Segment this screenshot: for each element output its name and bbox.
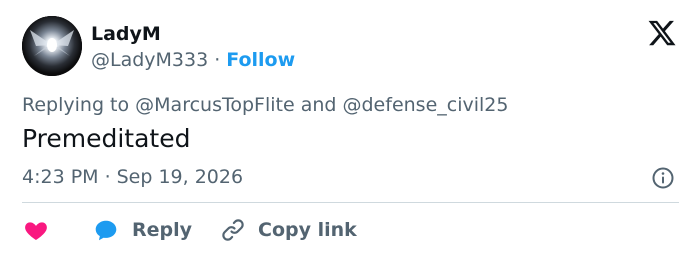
divider xyxy=(22,202,679,203)
tweet-text: Premeditated xyxy=(22,124,191,153)
info-icon[interactable] xyxy=(651,166,675,190)
tweet-date: Sep 19, 2026 xyxy=(116,166,244,188)
reply-mention-2[interactable]: @defense_civil25 xyxy=(343,94,509,116)
timestamp-separator: · xyxy=(104,166,111,188)
user-handle[interactable]: @LadyM333 xyxy=(91,49,208,71)
like-button[interactable] xyxy=(22,217,50,243)
handle-separator: · xyxy=(214,49,221,71)
reply-button[interactable]: Reply xyxy=(92,217,192,243)
copy-link-button[interactable]: Copy link xyxy=(220,217,357,243)
replying-to-line: Replying to @MarcusTopFlite and @defense… xyxy=(22,93,508,117)
tweet-card: LadyM @LadyM333 · Follow Replying to @Marc… xyxy=(0,0,700,256)
speech-bubble-icon xyxy=(95,220,117,241)
handle-row: @LadyM333 · Follow xyxy=(91,48,295,72)
avatar-image xyxy=(22,16,82,76)
follow-button[interactable]: Follow xyxy=(226,49,295,71)
reply-mention-1[interactable]: @MarcusTopFlite xyxy=(135,94,295,116)
avatar[interactable] xyxy=(22,16,82,76)
display-name[interactable]: LadyM xyxy=(91,22,161,46)
replying-to-prefix: Replying to xyxy=(22,94,136,116)
tweet-time: 4:23 PM xyxy=(22,166,99,188)
heart-icon xyxy=(25,222,47,240)
reply-label: Reply xyxy=(132,219,193,241)
timestamp[interactable]: 4:23 PM · Sep 19, 2026 xyxy=(22,165,243,189)
action-bar: Reply Copy link xyxy=(22,214,357,246)
replying-to-joiner: and xyxy=(294,94,343,116)
copy-link-label: Copy link xyxy=(258,219,357,241)
x-logo-icon[interactable] xyxy=(646,18,678,48)
link-icon xyxy=(222,219,244,241)
